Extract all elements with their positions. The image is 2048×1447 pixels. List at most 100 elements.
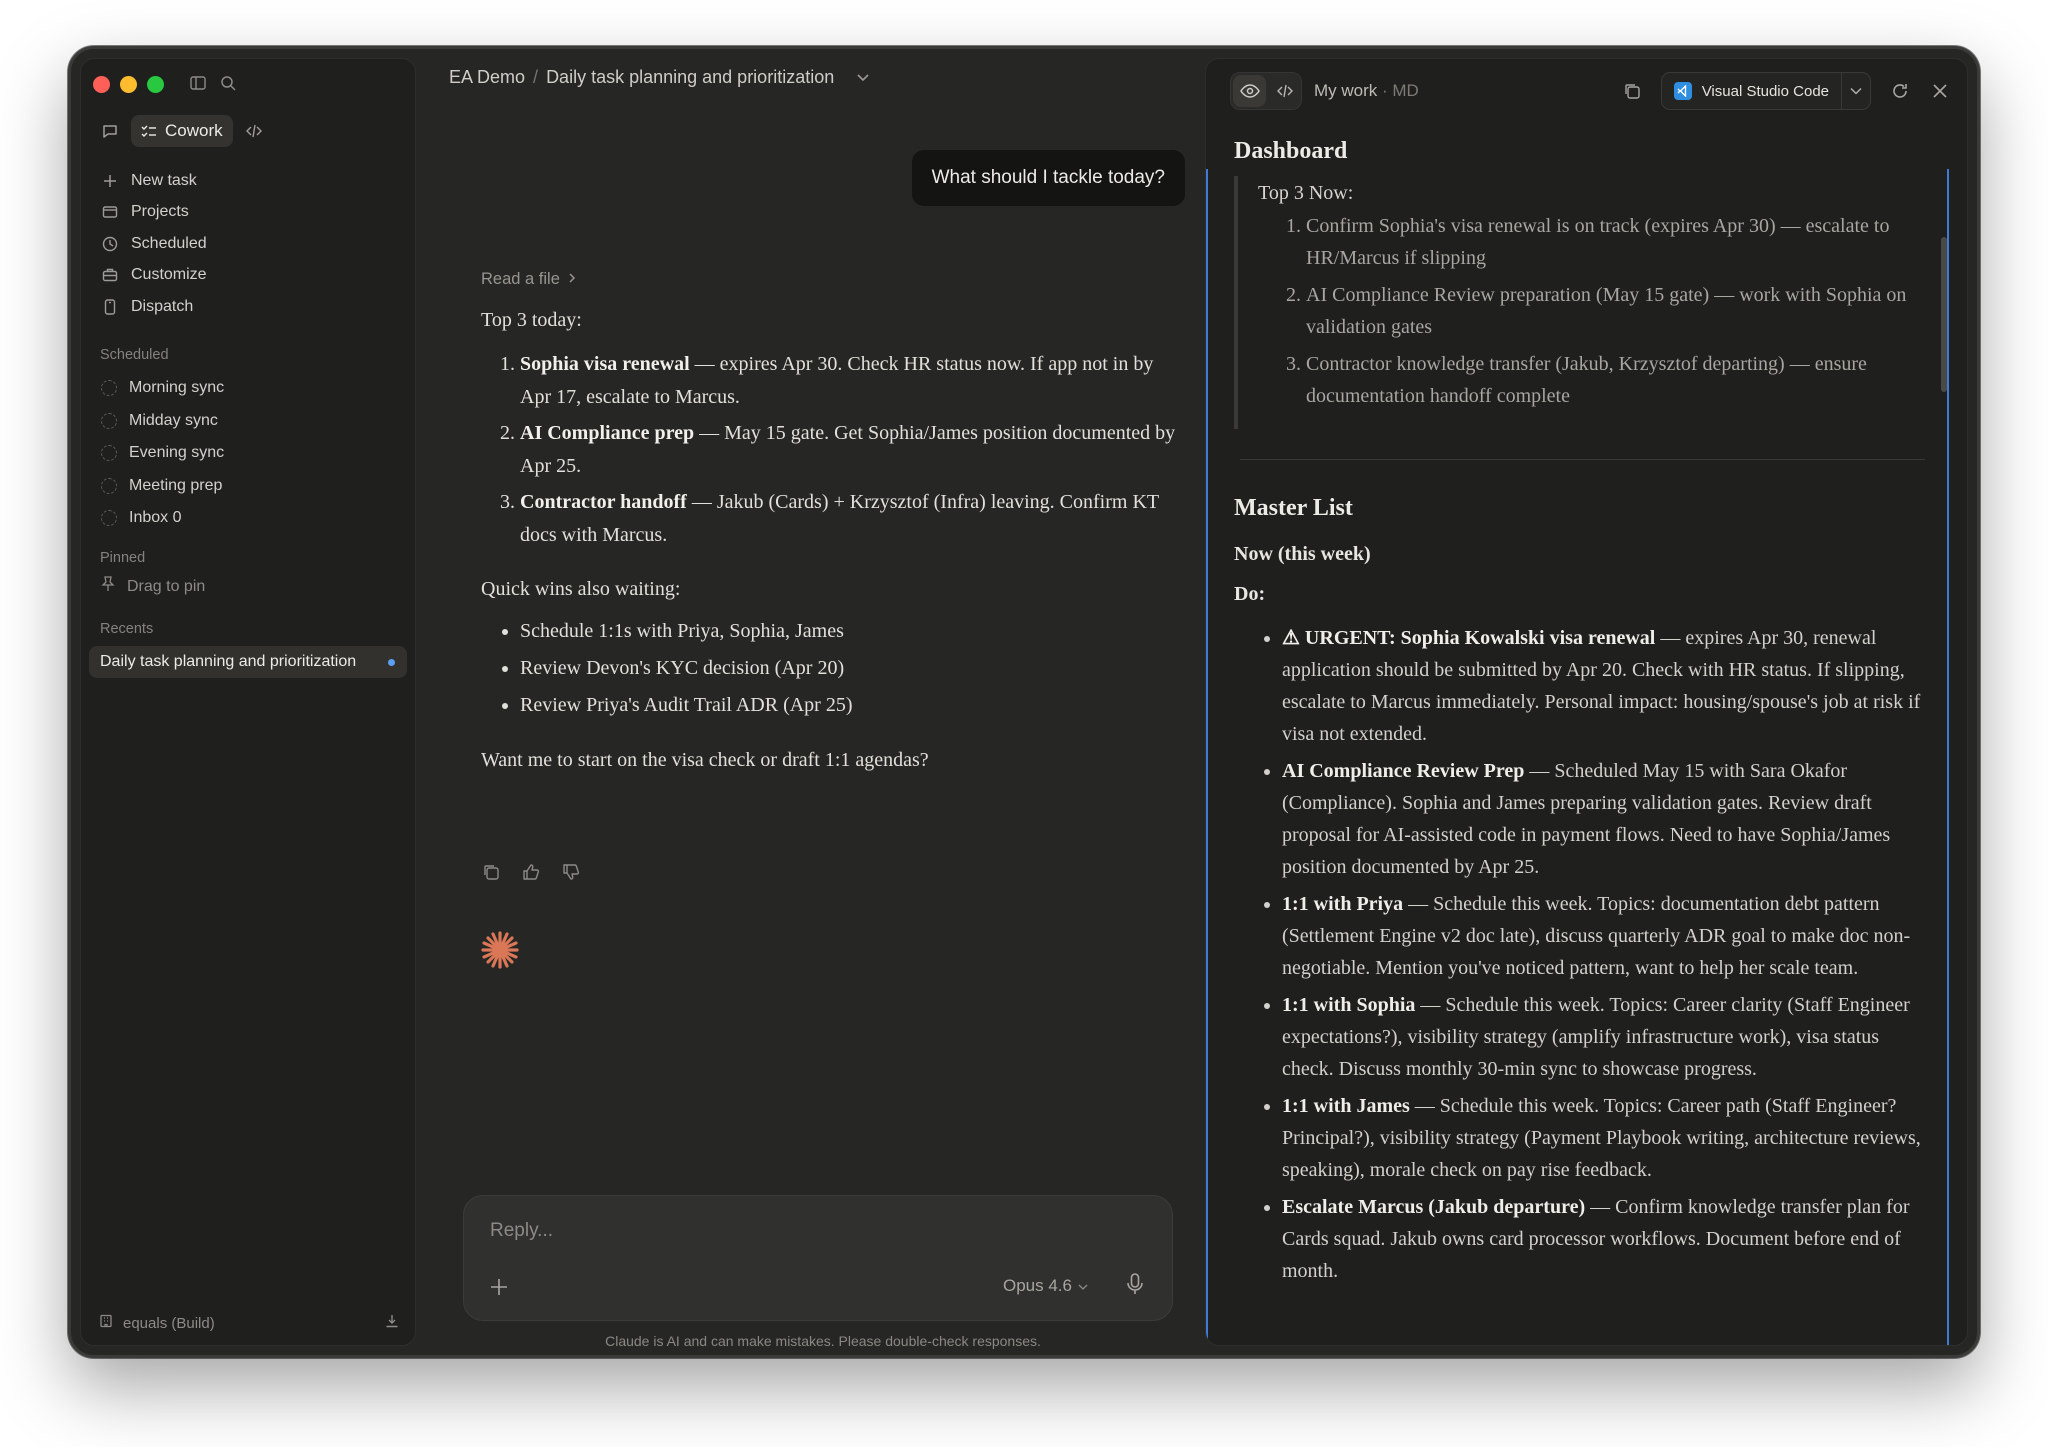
code-mode-icon[interactable] [243,120,265,142]
chevron-down-icon[interactable] [1842,87,1870,95]
recent-item-active[interactable]: Daily task planning and prioritization [89,646,407,678]
schedule-status-icon [101,510,117,527]
master-task-list: ⚠ URGENT: Sophia Kowalski visa renewal —… [1234,622,1931,1287]
task-title: AI Compliance Review Prep [1282,760,1525,782]
chevron-down-icon[interactable] [856,70,870,86]
scheduled-list: Morning sync Midday sync Evening sync Me… [89,372,407,535]
workspace-name: equals (Build) [123,1314,215,1332]
scheduled-item-label: Midday sync [129,411,218,429]
thumbs-up-icon[interactable] [521,862,541,882]
source-code-icon[interactable] [1268,75,1301,107]
view-mode-toggle[interactable] [1230,72,1302,110]
maximize-window-button[interactable] [147,76,164,93]
top3-item: Sophia visa renewal — expires Apr 30. Ch… [520,348,1187,413]
workspace-switcher[interactable]: equals (Build) [99,1314,215,1332]
master-task-item: 1:1 with James — Schedule this week. Top… [1282,1090,1931,1186]
model-name: Opus 4.6 [1003,1276,1072,1295]
minimize-window-button[interactable] [120,76,137,93]
sidebar-nav: New task Projects Scheduled Customize Di… [89,165,407,323]
document-scrollbar[interactable] [1941,237,1947,392]
refresh-icon[interactable] [1889,80,1911,102]
master-task-item: AI Compliance Review Prep — Scheduled Ma… [1282,755,1931,883]
checklist-icon [141,125,156,137]
scheduled-item[interactable]: Inbox 0 [89,502,407,535]
unread-indicator [388,658,395,666]
phone-icon [101,298,119,316]
nav-new-task[interactable]: New task [89,165,407,197]
item-title: Contractor handoff [520,491,687,513]
task-title: 1:1 with Sophia [1282,994,1416,1016]
folder-icon [101,203,119,221]
add-attachment-button[interactable] [490,1274,508,1300]
microphone-icon[interactable] [1126,1272,1148,1300]
download-icon[interactable] [385,1314,399,1332]
quick-win-item: Review Devon's KYC decision (Apr 20) [520,652,1187,684]
divider [1240,459,1925,460]
building-icon [99,1314,113,1332]
search-icon[interactable] [219,74,237,92]
nav-customize[interactable]: Customize [89,260,407,292]
breadcrumb-task[interactable]: Daily task planning and prioritization [546,67,834,88]
top3-item: Contractor handoff — Jakub (Cards) + Krz… [520,486,1187,551]
task-title: 1:1 with James [1282,1095,1410,1117]
task-title: 1:1 with Priya [1282,893,1404,915]
model-selector[interactable]: Opus 4.6 [1003,1276,1088,1296]
sidebar-footer: equals (Build) [99,1314,399,1332]
window-controls [93,76,164,93]
quick-win-item: Review Priya's Audit Trail ADR (Apr 25) [520,689,1187,721]
nav-dispatch[interactable]: Dispatch [89,291,407,323]
master-task-item: ⚠ URGENT: Sophia Kowalski visa renewal —… [1282,622,1931,750]
nav-label: New task [131,171,197,189]
document-type: · MD [1382,81,1419,100]
briefcase-icon [101,266,119,284]
scheduled-item[interactable]: Midday sync [89,405,407,438]
reply-intro: Top 3 today: [481,309,582,331]
chat-mode-icon[interactable] [99,120,121,142]
sidebar-toggle-icon[interactable] [189,74,207,92]
quick-wins-list: Schedule 1:1s with Priya, Sophia, James … [481,615,1187,721]
scheduled-item[interactable]: Evening sync [89,437,407,470]
top3-list: Sophia visa renewal — expires Apr 30. Ch… [481,348,1187,551]
nav-label: Projects [131,203,189,221]
open-in-editor-button[interactable]: Visual Studio Code [1660,72,1871,110]
scheduled-item-label: Meeting prep [129,476,223,494]
claude-spark-icon [481,931,519,969]
clock-icon [101,235,119,253]
copy-icon[interactable] [481,862,501,882]
schedule-status-icon [101,380,117,397]
top3-now-item: Contractor knowledge transfer (Jakub, Kr… [1306,348,1931,412]
thumbs-down-icon[interactable] [561,862,581,882]
close-window-button[interactable] [93,76,110,93]
reply-composer[interactable]: Reply... Opus 4.6 [463,1195,1173,1321]
top3-item: AI Compliance prep — May 15 gate. Get So… [520,417,1187,482]
markdown-preview: Dashboard Top 3 Now: Confirm Sophia's vi… [1234,131,1931,1292]
cowork-mode-tab[interactable]: Cowork [131,115,233,147]
reply-input[interactable]: Reply... [490,1220,553,1242]
document-panel-header: My work · MD Visual Studio Code [1206,59,1967,125]
open-in-vscode[interactable]: Visual Studio Code [1662,73,1842,109]
breadcrumb: EA Demo / Daily task planning and priori… [449,67,870,88]
breadcrumb-project[interactable]: EA Demo [449,67,525,88]
task-title: Escalate Marcus (Jakub departure) [1282,1196,1586,1218]
close-icon[interactable] [1929,80,1951,102]
chat-area: EA Demo / Daily task planning and priori… [417,49,1247,1355]
preview-eye-icon[interactable] [1233,75,1266,107]
pin-drop-zone[interactable]: Drag to pin [101,576,205,597]
scheduled-item[interactable]: Meeting prep [89,470,407,503]
nav-label: Scheduled [131,234,207,252]
copy-document-icon[interactable] [1621,80,1643,102]
top3-blockquote: Top 3 Now: Confirm Sophia's visa renewal… [1234,176,1931,429]
app-window: Cowork New task Projects Scheduled Custo… [68,46,1980,1358]
scheduled-item[interactable]: Morning sync [89,372,407,405]
nav-label: Dispatch [131,297,194,315]
master-task-item: Escalate Marcus (Jakub departure) — Conf… [1282,1191,1931,1287]
nav-projects[interactable]: Projects [89,197,407,229]
document-panel: My work · MD Visual Studio Code Dashboar… [1205,58,1968,1346]
schedule-status-icon [101,412,117,429]
nav-scheduled[interactable]: Scheduled [89,228,407,260]
cowork-label: Cowork [165,121,223,140]
tool-call-read-file[interactable]: Read a file [481,268,1187,290]
ai-disclaimer: Claude is AI and can make mistakes. Plea… [605,1333,1041,1349]
tool-call-label: Read a file [481,269,560,288]
pinned-section-label: Pinned [100,550,146,566]
